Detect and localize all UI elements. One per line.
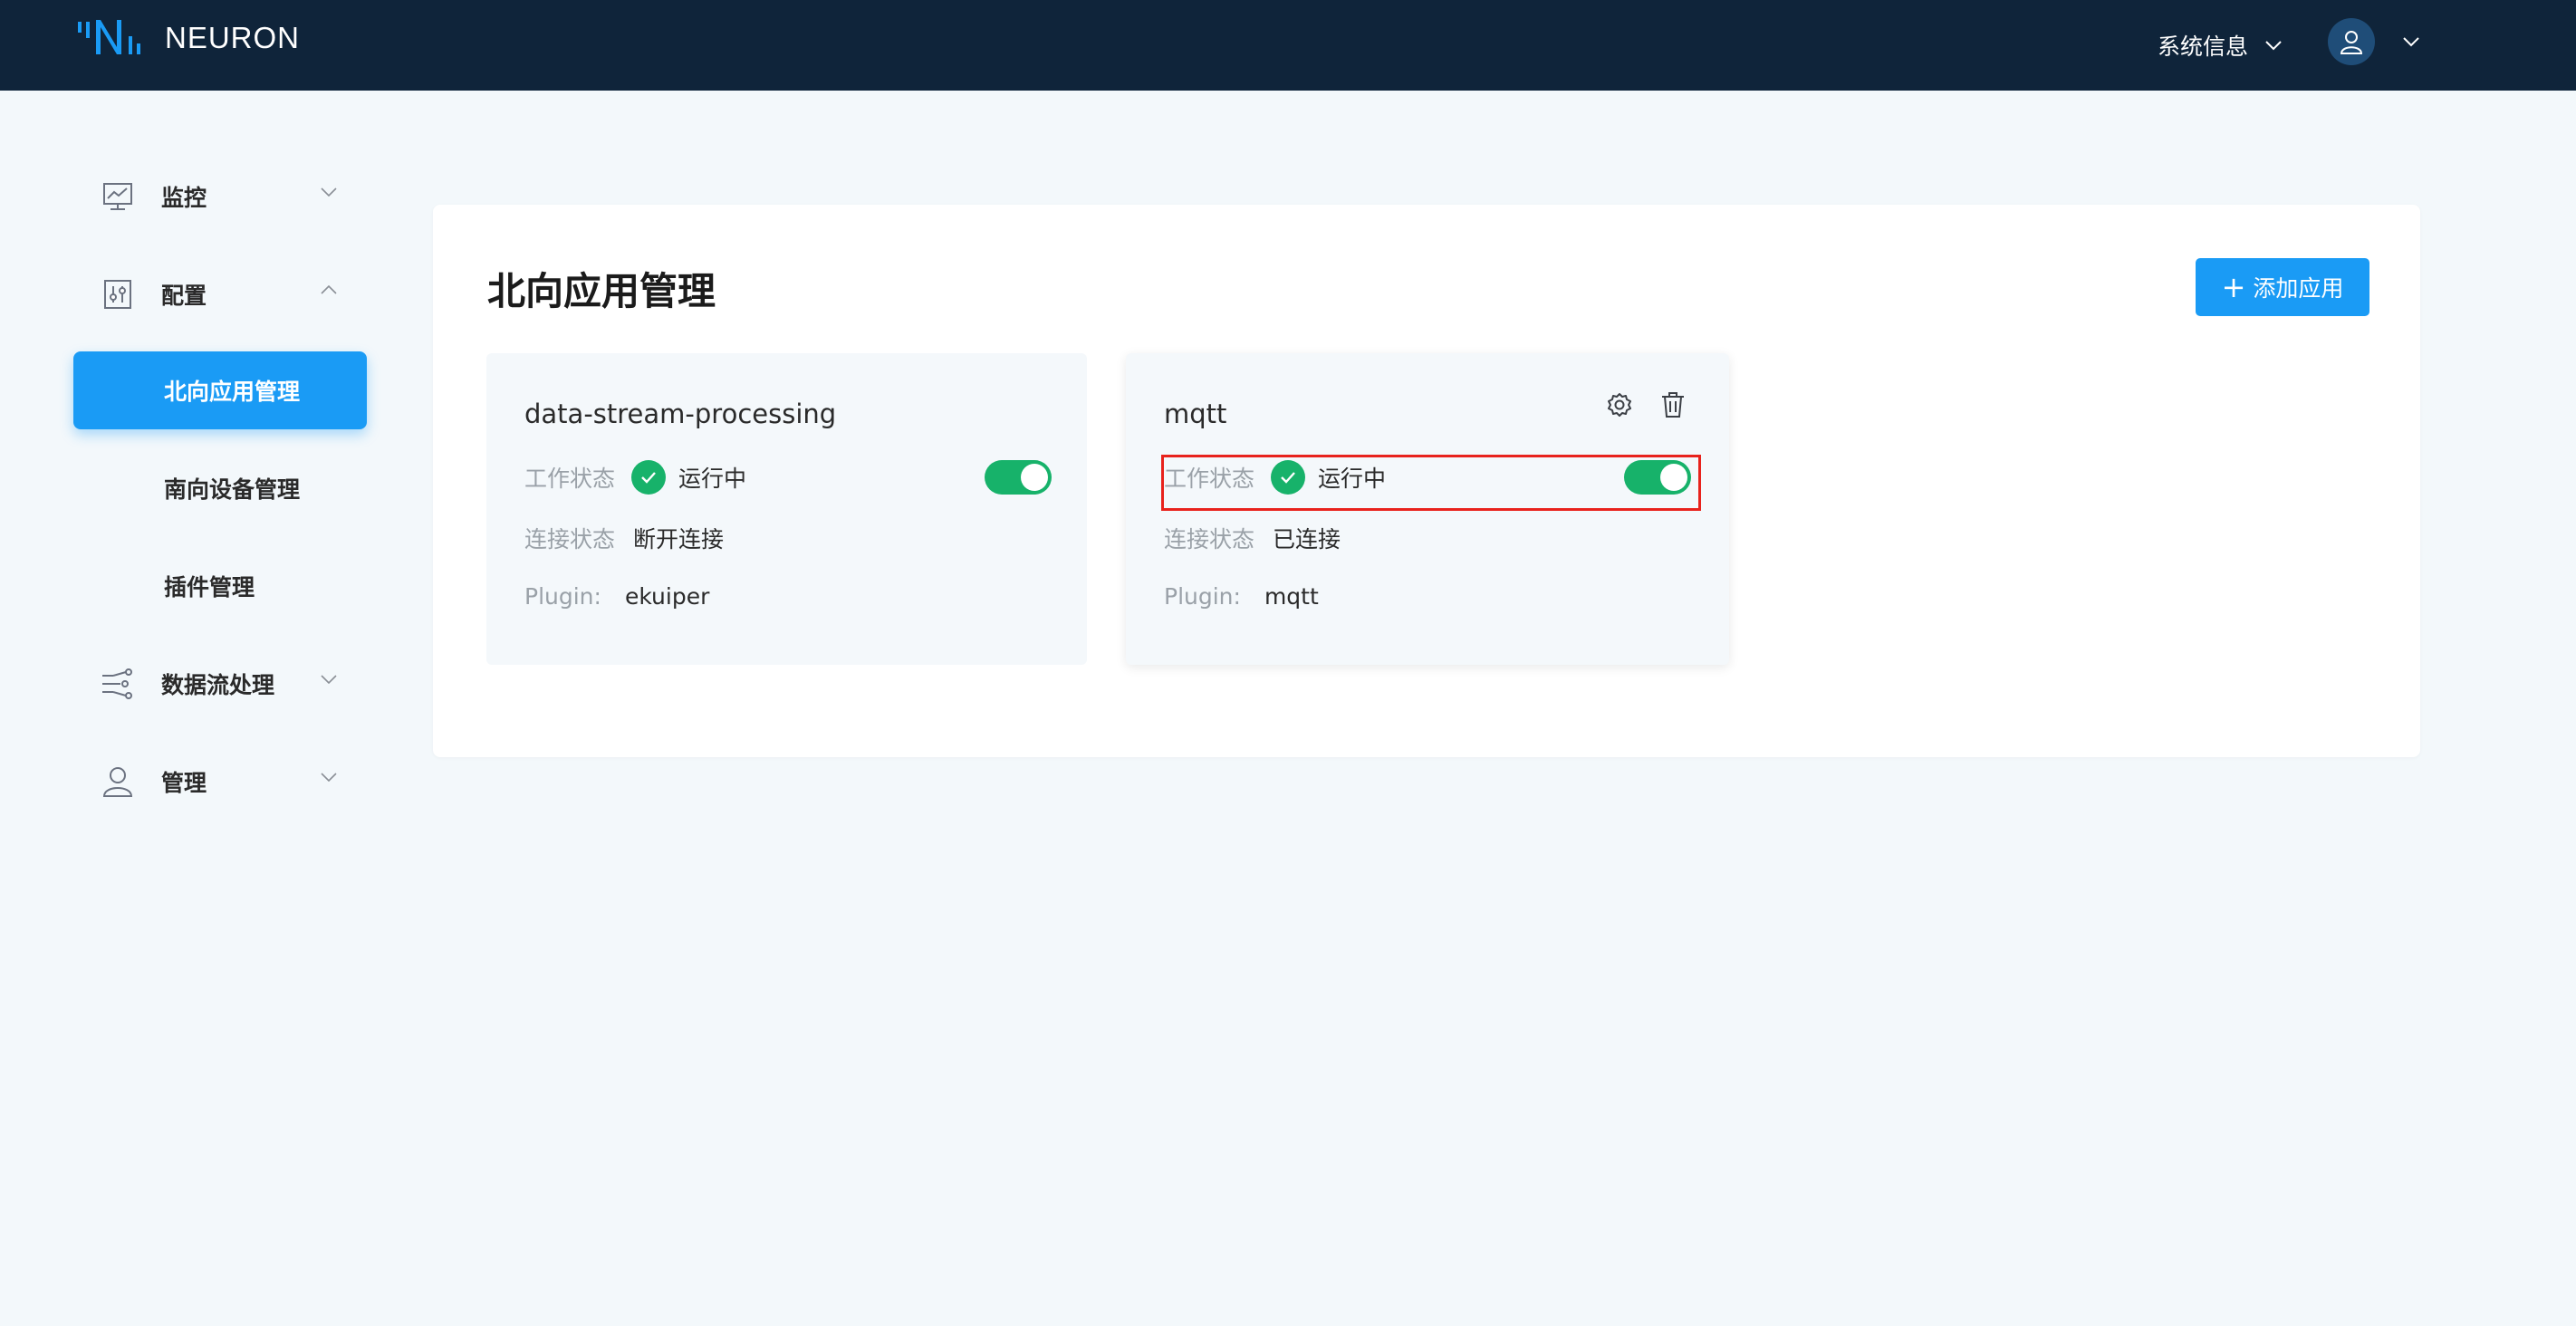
plugin-row: Plugin: ekuiper (524, 583, 709, 610)
chevron-down-icon (2265, 41, 2282, 51)
work-status-value: 运行中 (678, 466, 747, 492)
toggle-knob (1660, 464, 1687, 491)
connection-status-value: 断开连接 (633, 526, 725, 552)
work-status-label: 工作状态 (524, 466, 616, 492)
sidebar-item-monitor[interactable]: 监控 (72, 158, 368, 235)
monitor-chart-icon (100, 178, 136, 215)
neuron-logo[interactable]: NEURON (76, 16, 300, 56)
user-menu[interactable] (2328, 18, 2420, 65)
work-status-row: 工作状态 运行中 (524, 458, 1052, 496)
chevron-down-icon (321, 773, 337, 782)
work-status-label: 工作状态 (1164, 466, 1255, 492)
plugin-label: Plugin: (1164, 583, 1241, 610)
connection-status-value: 已连接 (1273, 526, 1341, 552)
app-toggle-switch[interactable] (985, 460, 1052, 495)
app-name: data-stream-processing (524, 399, 837, 429)
plugin-value: ekuiper (624, 583, 710, 610)
logo-text: NEURON (165, 21, 301, 54)
config-sliders-icon (100, 276, 136, 312)
app-name: mqtt (1164, 399, 1227, 429)
sidebar-item-north-app[interactable]: 北向应用管理 (73, 351, 367, 429)
avatar[interactable] (2328, 18, 2375, 65)
main-panel: 北向应用管理 + 添加应用 data-stream-processing 工作状… (433, 205, 2420, 757)
system-info-label: 系统信息 (2158, 34, 2249, 60)
user-icon (100, 764, 136, 800)
toggle-knob (1021, 464, 1048, 491)
neuron-logo-icon (78, 20, 140, 54)
sidebar-item-label: 管理 (161, 770, 207, 796)
top-header: NEURON 系统信息 (0, 0, 2576, 91)
sidebar-item-south-device[interactable]: 南向设备管理 (73, 449, 367, 527)
page-title: 北向应用管理 (487, 269, 716, 313)
app-card[interactable]: data-stream-processing 工作状态 运行中 连接状态 断开连… (486, 353, 1087, 665)
connection-status-row: 连接状态 断开连接 (524, 522, 724, 554)
sidebar-item-label: 监控 (161, 185, 207, 211)
data-flow-icon (100, 666, 136, 702)
trash-icon[interactable] (1660, 391, 1686, 418)
sidebar-item-label: 数据流处理 (161, 672, 275, 698)
chevron-up-icon (321, 285, 337, 294)
add-app-button[interactable]: + 添加应用 (2196, 258, 2369, 316)
user-icon (2340, 31, 2363, 54)
work-status-row: 工作状态 运行中 (1164, 458, 1691, 496)
connection-status-row: 连接状态 已连接 (1164, 522, 1341, 554)
app-card[interactable]: mqtt 工作状态 运行中 连接状态 已连接 Plugin: mqtt (1126, 353, 1729, 665)
check-circle-icon (1271, 460, 1306, 495)
connection-status-label: 连接状态 (1164, 526, 1255, 552)
chevron-down-icon (321, 675, 337, 684)
plugin-value: mqtt (1264, 583, 1319, 610)
plugin-row: Plugin: mqtt (1164, 583, 1319, 610)
sidebar: 监控 配置 北向应用管理 南向设备管理 插件管理 数据流处理 管理 (72, 158, 368, 821)
check-circle-icon (631, 460, 667, 495)
plus-icon: + (2221, 270, 2246, 304)
app-toggle-switch[interactable] (1624, 460, 1691, 495)
sidebar-item-data-flow[interactable]: 数据流处理 (72, 645, 368, 723)
sidebar-item-config[interactable]: 配置 (72, 255, 368, 333)
work-status-value: 运行中 (1318, 466, 1387, 492)
chevron-down-icon (321, 187, 337, 197)
chevron-down-icon (2403, 37, 2419, 47)
sidebar-item-admin[interactable]: 管理 (72, 743, 368, 821)
plugin-label: Plugin: (524, 583, 601, 610)
system-info-dropdown[interactable]: 系统信息 (2158, 27, 2283, 63)
card-actions (1606, 391, 1686, 418)
add-app-label: 添加应用 (2253, 275, 2344, 302)
settings-gear-icon[interactable] (1606, 391, 1633, 418)
sidebar-item-plugins[interactable]: 插件管理 (73, 547, 367, 625)
sidebar-item-label: 配置 (161, 283, 207, 309)
connection-status-label: 连接状态 (524, 526, 616, 552)
